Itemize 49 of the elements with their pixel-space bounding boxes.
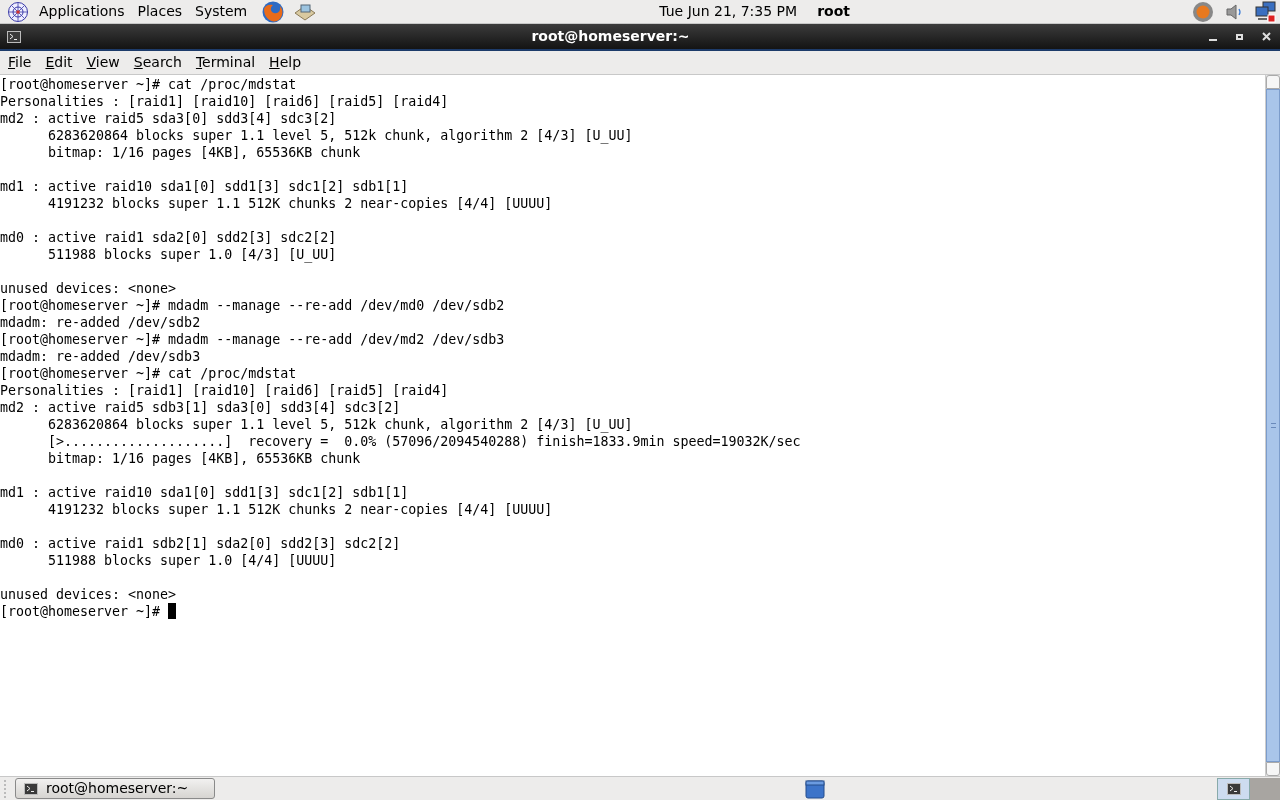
scrollbar[interactable]	[1265, 75, 1280, 776]
panel-menu[interactable]: Applications	[34, 1, 130, 22]
terminal-line: 511988 blocks super 1.0 [4/3] [U_UU]	[47, 246, 338, 263]
terminal-line: mdadm: re-added /dev/sdb3	[0, 348, 202, 365]
terminal-line: md2 : active raid5 sdb3[1] sda3[0] sdd3[4] sdc3[2]	[0, 399, 402, 416]
terminal-line: bitmap: 1/16 pages [4KB], 65536KB chunk	[47, 450, 362, 467]
menu-item[interactable]: View	[79, 52, 127, 73]
menu-item[interactable]: Edit	[38, 52, 80, 73]
terminal-line: 4191232 blocks super 1.1 512K chunks 2 near-copies [4/4] [UUUU]	[47, 501, 554, 518]
workspace-switcher[interactable]	[1217, 777, 1280, 800]
panel-menu[interactable]: System	[190, 1, 253, 22]
terminal-line: 4191232 blocks super 1.1 512K chunks 2 near-copies [4/4] [UUUU]	[47, 195, 554, 212]
terminal-line: [>....................] recovery = 0.0% (57096/2094540288) finish=1833.9min speed=19032K/sec	[47, 433, 802, 450]
terminal-line: unused devices: <none>	[0, 586, 178, 603]
menu-item[interactable]: File	[1, 52, 39, 73]
terminal-line: [root@homeserver ~]#	[0, 603, 162, 620]
window-title: root@homeserver:~	[531, 27, 690, 46]
terminal-line: [root@homeserver ~]# mdadm --manage --re-add /dev/md2 /dev/sdb3	[0, 331, 506, 348]
trash-icon[interactable]	[805, 778, 825, 799]
terminal-line: md0 : active raid1 sdb2[1] sda2[0] sdd2[3] sdc2[2]	[0, 535, 402, 552]
menu-item[interactable]: Search	[126, 52, 189, 73]
terminal-line: 6283620864 blocks super 1.1 level 5, 512k chunk, algorithm 2 [4/3] [U_UU]	[47, 127, 634, 144]
terminal-line: md2 : active raid5 sda3[0] sdd3[4] sdc3[2]	[0, 110, 338, 127]
terminal-line: md1 : active raid10 sda1[0] sdd1[3] sdc1[2] sdb1[1]	[0, 178, 410, 195]
terminal-line: unused devices: <none>	[0, 280, 178, 297]
terminal-line: 6283620864 blocks super 1.1 level 5, 512k chunk, algorithm 2 [4/3] [U_UU]	[47, 416, 634, 433]
text-cursor	[168, 603, 177, 619]
terminal-line: 511988 blocks super 1.0 [4/4] [UUUU]	[47, 552, 338, 569]
volume-icon[interactable]	[1224, 1, 1244, 22]
terminal-icon	[24, 782, 38, 795]
terminal-line: [root@homeserver ~]# cat /proc/mdstat	[0, 365, 298, 382]
terminal-line: Personalities : [raid1] [raid10] [raid6] [raid5] [raid4]	[0, 382, 450, 399]
menu-item[interactable]: Terminal	[188, 52, 263, 73]
terminal-line: Personalities : [raid1] [raid10] [raid6] [raid5] [raid4]	[0, 93, 450, 110]
terminal-line: md1 : active raid10 sda1[0] sdd1[3] sdc1[2] sdb1[1]	[0, 484, 410, 501]
terminal-line: [root@homeserver ~]# mdadm --manage --re-add /dev/md0 /dev/sdb2	[0, 297, 506, 314]
menu-item[interactable]: Help	[262, 52, 309, 73]
network-icon[interactable]	[1254, 0, 1276, 23]
close-icon	[1261, 32, 1271, 41]
terminal-icon	[1226, 782, 1241, 795]
taskbar-button[interactable]: root@homeserver:~	[15, 778, 215, 799]
terminal-line: [root@homeserver ~]# cat /proc/mdstat	[0, 76, 298, 93]
terminal-line: bitmap: 1/16 pages [4KB], 65536KB chunk	[47, 144, 362, 161]
clock[interactable]: Tue Jun 21, 7:35 PM	[659, 1, 798, 22]
panel-menu[interactable]: Places	[132, 1, 188, 22]
terminal-line: md0 : active raid1 sda2[0] sdd2[3] sdc2[2]	[0, 229, 338, 246]
terminal-line: mdadm: re-added /dev/sdb2	[0, 314, 202, 331]
user-name[interactable]: root	[817, 1, 850, 22]
terminal-icon	[7, 30, 21, 43]
